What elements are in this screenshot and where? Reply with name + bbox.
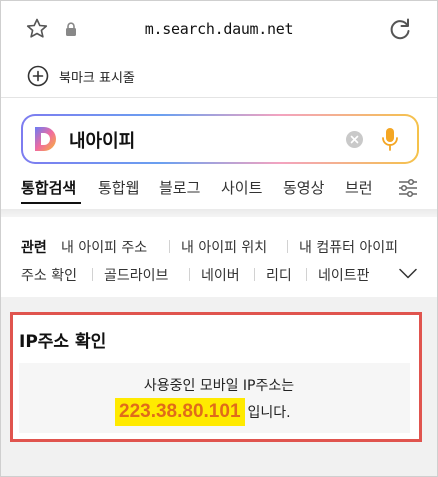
- separator: [169, 240, 170, 253]
- related-item[interactable]: 네이버: [201, 265, 240, 285]
- ip-suffix: 입니다.: [247, 405, 291, 421]
- tab-brunch[interactable]: 브런: [345, 177, 373, 198]
- daum-logo-icon: [35, 127, 56, 151]
- ip-address-value: 223.38.80.101: [115, 398, 245, 426]
- related-item[interactable]: 내 아이피 위치: [181, 237, 267, 257]
- tab-site[interactable]: 사이트: [221, 177, 262, 198]
- related-item[interactable]: 주소 확인: [21, 265, 77, 285]
- url-text[interactable]: m.search.daum.net: [1, 20, 437, 38]
- plus-circle-icon[interactable]: [27, 65, 49, 87]
- related-item[interactable]: 내 컴퓨터 아이피: [299, 237, 398, 257]
- address-bar: m.search.daum.net: [1, 1, 437, 59]
- bookmark-bar[interactable]: 북마크 표시줄: [1, 59, 437, 95]
- active-tab-indicator: [21, 202, 81, 204]
- filter-settings-icon[interactable]: [397, 177, 419, 199]
- tab-shadow: [1, 209, 437, 217]
- ip-description: 사용중인 모바일 IP주소는: [143, 378, 295, 394]
- tab-integrated-search[interactable]: 통합검색: [21, 177, 76, 198]
- reload-icon[interactable]: [387, 16, 413, 42]
- separator: [92, 268, 93, 281]
- tab-integrated-web[interactable]: 통합웹: [98, 177, 139, 198]
- clear-icon[interactable]: [346, 131, 363, 148]
- bottom-edge: [1, 458, 437, 476]
- related-searches: 관련 내 아이피 주소 내 아이피 위치 내 컴퓨터 아이피 주소 확인 골드라…: [1, 217, 437, 297]
- tab-video[interactable]: 동영상: [283, 177, 324, 198]
- mic-icon[interactable]: [381, 127, 399, 152]
- separator: [189, 268, 190, 281]
- separator: [306, 268, 307, 281]
- ip-line: 223.38.80.101 입니다.: [115, 397, 291, 427]
- card-title: IP주소 확인: [19, 332, 107, 352]
- related-heading: 관련: [21, 240, 47, 256]
- tab-blog[interactable]: 블로그: [159, 177, 200, 198]
- section-gap: [1, 297, 437, 309]
- related-item[interactable]: 골드라이브: [104, 265, 168, 285]
- search-tabs: 통합검색 통합웹 블로그 사이트 동영상 브런: [1, 174, 437, 204]
- bookmark-bar-label[interactable]: 북마크 표시줄: [59, 67, 135, 86]
- chevron-down-icon[interactable]: [399, 268, 417, 279]
- divider: [1, 97, 437, 98]
- related-item[interactable]: 내 아이피 주소: [61, 237, 147, 257]
- related-item[interactable]: 네이트판: [318, 265, 370, 285]
- separator: [254, 268, 255, 281]
- browser-window: m.search.daum.net 북마크 표시줄 내아이피 통합검색 통합웹 …: [0, 0, 438, 477]
- related-item[interactable]: 리디: [266, 265, 292, 285]
- separator: [287, 240, 288, 253]
- search-box[interactable]: 내아이피: [21, 114, 419, 164]
- search-input[interactable]: 내아이피: [69, 127, 135, 153]
